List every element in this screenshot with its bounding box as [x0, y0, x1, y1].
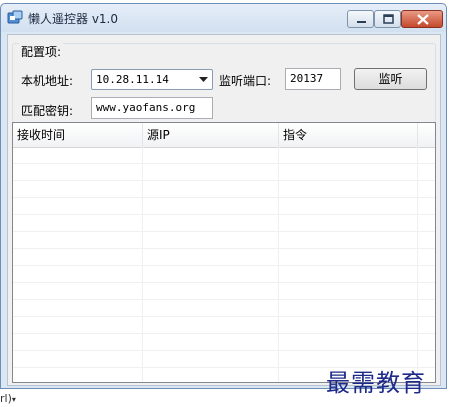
maximize-button[interactable] [374, 10, 401, 28]
minimize-button[interactable] [347, 10, 374, 28]
chevron-down-icon [199, 77, 208, 82]
key-input[interactable]: www.yaofans.org [91, 97, 213, 119]
window-title: 懒人遥控器 v1.0 [28, 12, 119, 26]
listen-port-input[interactable]: 20137 [285, 68, 341, 90]
minimize-icon [357, 21, 366, 23]
column-source-ip[interactable]: 源IP [143, 123, 279, 147]
column-receive-time[interactable]: 接收时间 [13, 123, 143, 147]
bottom-fragment-text: rl) [0, 392, 12, 405]
config-group-title: 配置项: [19, 43, 64, 60]
watermark-text: 最需教育 [326, 369, 426, 397]
key-label: 匹配密钥: [21, 104, 74, 118]
listen-port-label: 监听端口: [219, 74, 272, 88]
key-value: www.yaofans.org [96, 101, 196, 114]
listen-port-value: 20137 [290, 72, 324, 85]
column-filler [418, 123, 435, 147]
main-window: 懒人遥控器 v1.0 配置项: 本机地址: 10.28.11.14 监听端口: … [0, 3, 447, 389]
close-icon [417, 14, 429, 25]
client-area: 配置项: 本机地址: 10.28.11.14 监听端口: 20137 监听 匹配… [7, 34, 441, 386]
local-address-label: 本机地址: [21, 74, 74, 88]
maximize-icon [383, 14, 394, 24]
listen-button[interactable]: 监听 [354, 68, 427, 90]
bottom-fragment: rl)▾ [0, 392, 16, 405]
title-bar[interactable]: 懒人遥控器 v1.0 [1, 4, 446, 32]
close-button[interactable] [401, 10, 443, 28]
list-header: 接收时间 源IP 指令 [13, 123, 435, 148]
list-body[interactable] [13, 147, 435, 382]
column-command[interactable]: 指令 [279, 123, 418, 147]
config-group: 配置项: 本机地址: 10.28.11.14 监听端口: 20137 监听 匹配… [12, 43, 436, 123]
dropdown-arrow-icon: ▾ [11, 395, 16, 404]
local-address-value: 10.28.11.14 [96, 73, 169, 86]
command-list[interactable]: 接收时间 源IP 指令 [12, 122, 436, 383]
app-icon [7, 10, 23, 24]
local-address-dropdown[interactable]: 10.28.11.14 [91, 69, 213, 90]
